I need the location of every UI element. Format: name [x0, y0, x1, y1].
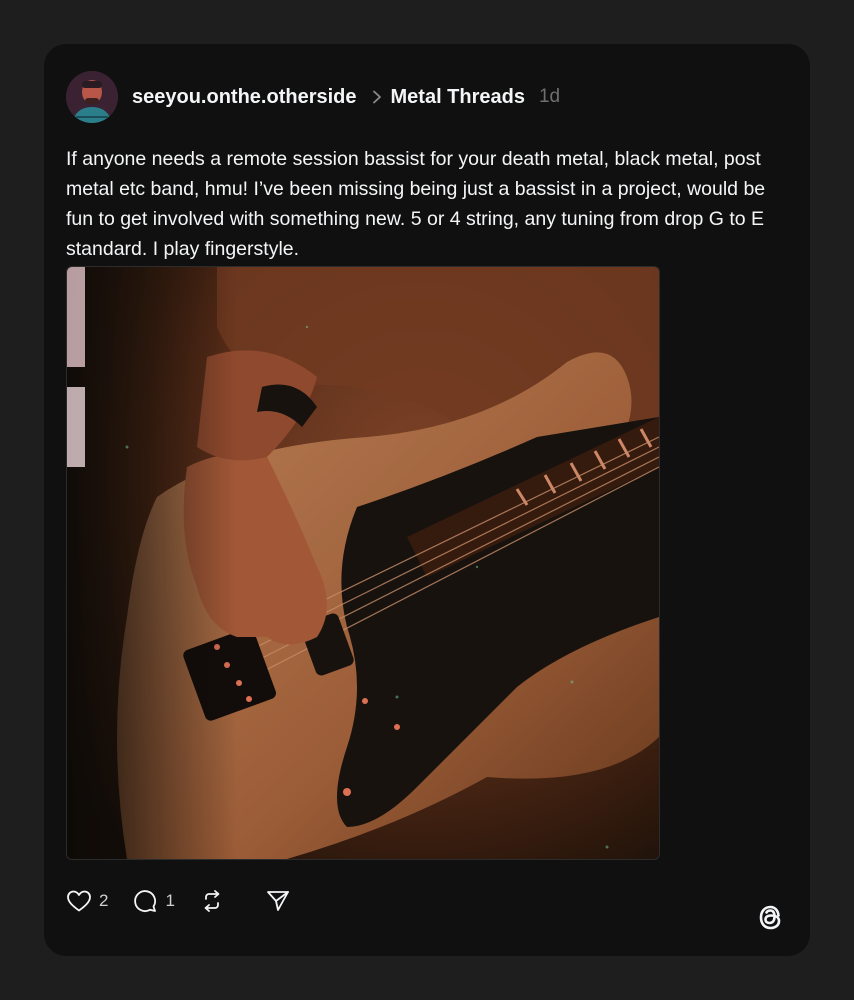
repost-button[interactable]: [199, 888, 225, 914]
post-card: seeyou.onthe.otherside Metal Threads 1d …: [44, 44, 810, 956]
post-actions: 2 1: [66, 886, 315, 916]
post-text: If anyone needs a remote session bassist…: [66, 148, 766, 260]
post-header: seeyou.onthe.otherside Metal Threads 1d: [66, 70, 560, 124]
community-name[interactable]: Metal Threads: [391, 86, 525, 109]
like-button[interactable]: 2: [66, 889, 108, 913]
share-button[interactable]: [265, 888, 291, 914]
post-image[interactable]: [66, 266, 660, 860]
share-icon: [267, 891, 289, 911]
bass-guitar-photo: [67, 267, 659, 859]
threads-logo-icon[interactable]: [754, 900, 788, 934]
post-timestamp[interactable]: 1d: [539, 86, 560, 108]
heart-icon: [67, 890, 91, 912]
reply-button[interactable]: 1: [132, 888, 175, 914]
avatar[interactable]: [66, 71, 118, 123]
reply-icon: [134, 890, 157, 912]
like-count: 2: [99, 891, 109, 910]
repost-icon: [204, 890, 220, 912]
chevron-right-icon: [372, 90, 381, 104]
reply-count: 1: [165, 891, 175, 910]
username[interactable]: seeyou.onthe.otherside: [132, 86, 357, 109]
